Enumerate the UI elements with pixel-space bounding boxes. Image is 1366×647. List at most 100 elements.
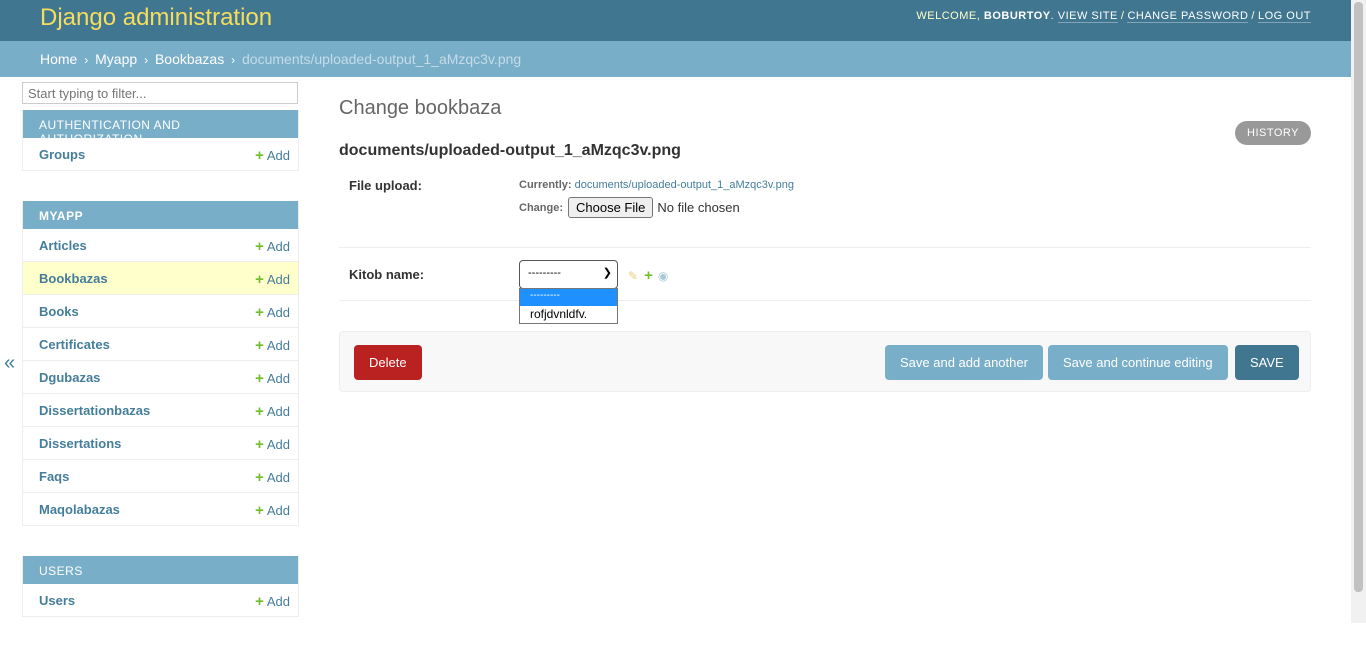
choose-file-button[interactable]: Choose File: [568, 197, 654, 218]
module-auth: Authentication and Authorization Groups …: [22, 110, 299, 171]
log-out-link[interactable]: Log out: [1257, 10, 1311, 23]
add-link-certificates[interactable]: + Add: [255, 337, 290, 354]
save-and-continue-button[interactable]: Save and continue editing: [1048, 345, 1228, 380]
module-caption-auth[interactable]: Authentication and Authorization: [23, 110, 298, 146]
model-link-groups[interactable]: Groups: [39, 147, 85, 162]
add-related-icon[interactable]: +: [644, 267, 653, 284]
view-site-link[interactable]: View site: [1057, 10, 1118, 23]
module-caption-users[interactable]: Users: [23, 556, 298, 584]
model-link-dissertationbazas[interactable]: Dissertationbazas: [39, 403, 150, 418]
form-row-kitob-name: Kitob name: --------- ❯ ✎ + ◉: [339, 248, 1311, 301]
toggle-nav-sidebar-button[interactable]: «: [4, 352, 15, 375]
chevron-down-icon: ❯: [602, 267, 612, 279]
kitob-name-select[interactable]: --------- ❯: [519, 260, 618, 289]
breadcrumb-current: documents/uploaded-output_1_aMzqc3v.png: [242, 51, 522, 67]
add-link-dissertationbazas[interactable]: + Add: [255, 403, 290, 420]
model-link-books[interactable]: Books: [39, 304, 79, 319]
sidebar-item-dissertations: Dissertations + Add: [23, 427, 298, 460]
add-icon: +: [255, 436, 264, 453]
dropdown-option[interactable]: rofjdvnldfv.: [520, 306, 617, 323]
scrollbar-thumb[interactable]: [1354, 2, 1363, 592]
add-label: Add: [266, 338, 290, 353]
sidebar-item-users: Users + Add: [23, 584, 298, 617]
nav-filter-input[interactable]: [22, 82, 298, 104]
add-icon: +: [255, 370, 264, 387]
change-label: Change:: [519, 201, 563, 214]
save-and-add-another-button[interactable]: Save and add another: [885, 345, 1043, 380]
delete-button[interactable]: Delete: [354, 345, 422, 380]
model-link-users[interactable]: Users: [39, 593, 75, 608]
sidebar-item-groups: Groups + Add: [23, 138, 298, 171]
file-upload-label: File upload:: [349, 178, 422, 193]
module-caption-myapp[interactable]: Myapp: [23, 201, 298, 229]
add-label: Add: [266, 437, 290, 452]
add-link-dgubazas[interactable]: + Add: [255, 370, 290, 387]
separator: /: [1251, 10, 1255, 22]
add-icon: +: [255, 337, 264, 354]
add-icon: +: [255, 238, 264, 255]
model-link-dissertations[interactable]: Dissertations: [39, 436, 121, 451]
add-label: Add: [266, 503, 290, 518]
history-button[interactable]: History: [1235, 121, 1311, 145]
add-link-groups[interactable]: + Add: [255, 147, 290, 164]
model-link-dgubazas[interactable]: Dgubazas: [39, 370, 100, 385]
add-link-articles[interactable]: + Add: [255, 238, 290, 255]
main-content: Change bookbaza History documents/upload…: [339, 95, 1311, 301]
add-label: Add: [266, 594, 290, 609]
select-value: ---------: [528, 267, 561, 279]
breadcrumb-model[interactable]: Bookbazas: [155, 51, 224, 67]
add-link-users[interactable]: + Add: [255, 593, 290, 610]
kitob-name-label: Kitob name:: [349, 267, 425, 282]
add-link-bookbazas[interactable]: + Add: [255, 271, 290, 288]
currently-label: Currently:: [519, 179, 572, 191]
add-label: Add: [266, 148, 290, 163]
sidebar-item-bookbazas: Bookbazas + Add: [23, 262, 298, 295]
no-file-text: No file chosen: [657, 200, 740, 215]
add-icon: +: [255, 304, 264, 321]
related-widget-icons: ✎ + ◉: [628, 267, 668, 284]
dropdown-option[interactable]: ---------: [520, 289, 617, 306]
add-label: Add: [266, 305, 290, 320]
form-row-file-upload: File upload: Currently: documents/upload…: [339, 168, 1311, 248]
change-password-link[interactable]: Change password: [1127, 10, 1249, 23]
breadcrumb-arrow: ›: [231, 53, 236, 67]
add-link-faqs[interactable]: + Add: [255, 469, 290, 486]
username: BOBURTOY: [983, 10, 1051, 22]
current-file-link[interactable]: documents/uploaded-output_1_aMzqc3v.png: [575, 179, 794, 191]
page-title: Change bookbaza: [339, 97, 502, 119]
add-label: Add: [266, 371, 290, 386]
model-link-faqs[interactable]: Faqs: [39, 469, 69, 484]
header: Django administration Welcome, BOBURTOY.…: [0, 0, 1351, 41]
model-link-certificates[interactable]: Certificates: [39, 337, 110, 352]
model-link-bookbazas[interactable]: Bookbazas: [39, 271, 108, 286]
add-icon: +: [255, 271, 264, 288]
welcome-text: Welcome,: [916, 10, 981, 22]
add-label: Add: [266, 272, 290, 287]
sidebar-item-maqolabazas: Maqolabazas + Add: [23, 493, 298, 526]
sidebar-item-books: Books + Add: [23, 295, 298, 328]
sidebar-item-dissertationbazas: Dissertationbazas + Add: [23, 394, 298, 427]
add-icon: +: [255, 469, 264, 486]
eye-icon[interactable]: ◉: [658, 269, 668, 283]
add-link-maqolabazas[interactable]: + Add: [255, 502, 290, 519]
scrollbar[interactable]: [1351, 0, 1366, 623]
breadcrumb-app[interactable]: Myapp: [95, 51, 137, 67]
pencil-icon[interactable]: ✎: [628, 269, 638, 283]
sidebar-item-faqs: Faqs + Add: [23, 460, 298, 493]
breadcrumb-arrow: ›: [84, 53, 89, 67]
object-title: documents/uploaded-output_1_aMzqc3v.png: [339, 142, 681, 159]
model-link-maqolabazas[interactable]: Maqolabazas: [39, 502, 120, 517]
user-tools: Welcome, BOBURTOY. View site / Change pass…: [916, 10, 1311, 23]
add-link-dissertations[interactable]: + Add: [255, 436, 290, 453]
add-link-books[interactable]: + Add: [255, 304, 290, 321]
save-button[interactable]: Save: [1235, 345, 1299, 380]
add-label: Add: [266, 239, 290, 254]
model-link-articles[interactable]: Articles: [39, 238, 87, 253]
site-branding[interactable]: Django administration: [40, 4, 272, 32]
add-label: Add: [266, 404, 290, 419]
sidebar-item-articles: Articles + Add: [23, 229, 298, 262]
module-users: Users Users + Add: [22, 556, 299, 617]
breadcrumb-home[interactable]: Home: [40, 51, 77, 67]
breadcrumb: Home › Myapp › Bookbazas › documents/upl…: [0, 41, 1351, 77]
add-icon: +: [255, 502, 264, 519]
